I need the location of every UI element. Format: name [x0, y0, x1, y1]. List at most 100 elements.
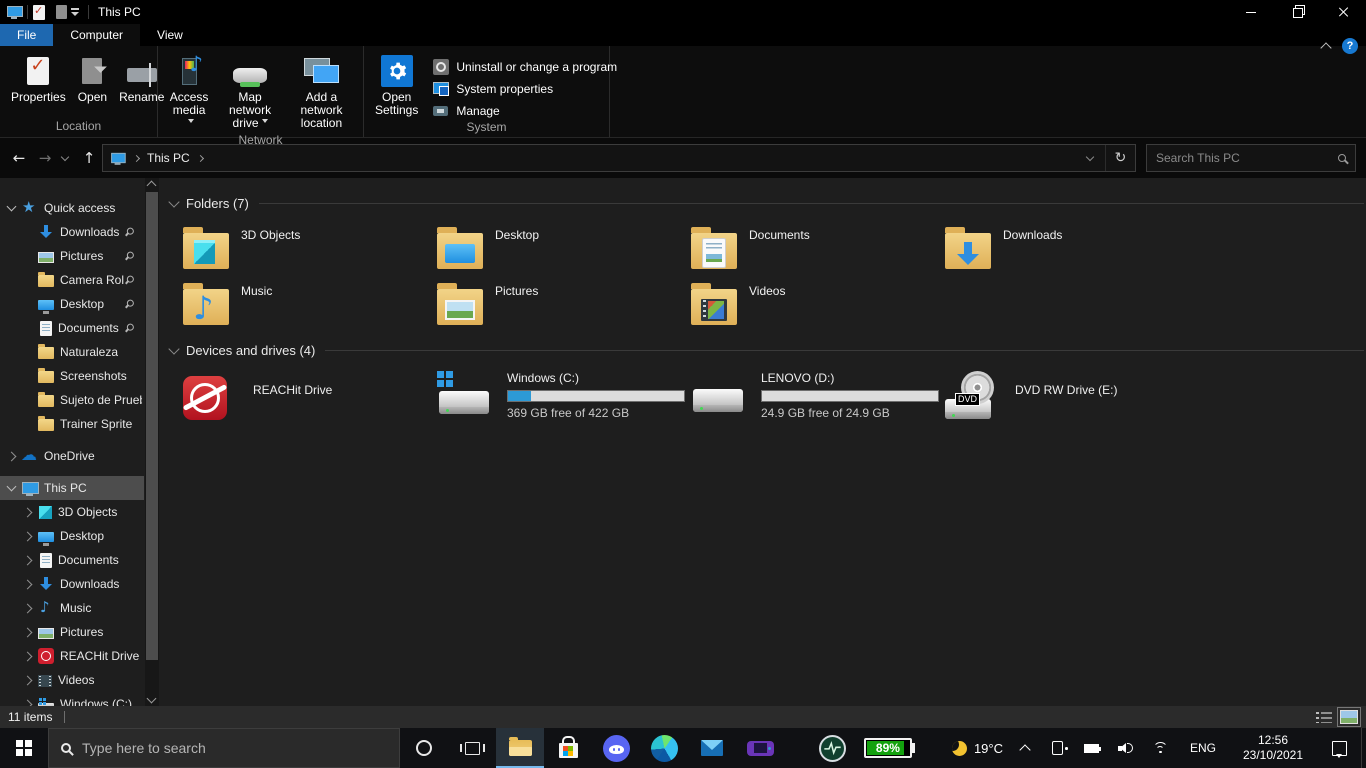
- drive-tile-reachit-drive[interactable]: REACHit Drive: [183, 371, 433, 427]
- sidebar-item-pictures[interactable]: Pictures: [0, 620, 144, 644]
- properties-button[interactable]: Properties: [6, 51, 71, 106]
- back-button[interactable]: ←: [6, 149, 32, 167]
- folder-tile-desktop[interactable]: Desktop: [437, 222, 687, 278]
- collapse-chevron-icon[interactable]: [168, 196, 179, 207]
- chevron-right-icon[interactable]: [23, 531, 33, 541]
- sidebar-scrollbar[interactable]: [145, 178, 159, 706]
- restore-button[interactable]: [1274, 0, 1320, 24]
- emulator-button[interactable]: [736, 728, 784, 768]
- wifi-icon[interactable]: [1153, 742, 1168, 754]
- sidebar-item-onedrive[interactable]: OneDrive: [0, 444, 144, 468]
- minimize-button[interactable]: [1228, 0, 1274, 24]
- sidebar-item-music[interactable]: Music: [0, 596, 144, 620]
- hidden-icons-chevron-icon[interactable]: [1019, 744, 1030, 755]
- sidebar-item-reachit-drive[interactable]: REACHit Drive: [0, 644, 144, 668]
- sidebar-item-videos[interactable]: Videos: [0, 668, 144, 692]
- task-view-button[interactable]: [448, 728, 496, 768]
- volume-icon[interactable]: [1118, 742, 1134, 754]
- sidebar-item-sujeto-de-prueba[interactable]: Sujeto de Prueba: [0, 388, 144, 412]
- action-center-icon[interactable]: [1332, 741, 1347, 756]
- open-settings-button[interactable]: Open Settings: [370, 51, 423, 119]
- cortana-button[interactable]: [400, 728, 448, 768]
- chevron-right-icon[interactable]: [23, 675, 33, 685]
- folder-tile-downloads[interactable]: Downloads: [945, 222, 1195, 278]
- explorer-search-input[interactable]: [1156, 151, 1338, 165]
- explorer-search-box[interactable]: [1146, 144, 1356, 172]
- chevron-right-icon[interactable]: [23, 627, 33, 637]
- qat-new-folder-icon[interactable]: [56, 5, 67, 19]
- details-view-button[interactable]: [1316, 711, 1332, 724]
- sidebar-item-screenshots[interactable]: Screenshots: [0, 364, 144, 388]
- collapse-chevron-icon[interactable]: [168, 343, 179, 354]
- monitor-app-icon[interactable]: [819, 735, 846, 762]
- temperature[interactable]: 19°C: [974, 741, 1003, 756]
- edge-button[interactable]: [640, 728, 688, 768]
- close-button[interactable]: [1320, 0, 1366, 24]
- breadcrumb-chevron-icon[interactable]: [197, 154, 204, 161]
- drive-tile-windows-c[interactable]: Windows (C:)369 GB free of 422 GB: [437, 371, 687, 427]
- recent-locations-chevron-icon[interactable]: [61, 153, 69, 161]
- chevron-right-icon[interactable]: [23, 555, 33, 565]
- scrollbar-thumb[interactable]: [146, 192, 158, 660]
- access-media-button[interactable]: Access media: [164, 51, 214, 132]
- sidebar-item-naturaleza[interactable]: Naturaleza: [0, 340, 144, 364]
- breadcrumb-this-pc[interactable]: This PC: [147, 151, 190, 165]
- chevron-down-icon[interactable]: [7, 482, 17, 492]
- weather-moon-icon[interactable]: [952, 741, 967, 756]
- chevron-down-icon[interactable]: [7, 202, 17, 212]
- mail-button[interactable]: [688, 728, 736, 768]
- tab-computer[interactable]: Computer: [53, 24, 140, 46]
- tray-battery-icon[interactable]: [1084, 744, 1099, 753]
- address-dropdown-button[interactable]: [1075, 145, 1105, 171]
- chevron-right-icon[interactable]: [7, 451, 17, 461]
- tab-file[interactable]: File: [0, 24, 53, 46]
- open-button[interactable]: Open: [73, 51, 112, 106]
- drive-tile-dvd-rw-drive-e[interactable]: DVDDVD RW Drive (E:): [945, 371, 1195, 427]
- chevron-right-icon[interactable]: [23, 699, 33, 706]
- forward-button[interactable]: →: [32, 149, 58, 167]
- chevron-right-icon[interactable]: [23, 651, 33, 661]
- address-bar[interactable]: This PC ↻: [102, 144, 1136, 172]
- refresh-button[interactable]: ↻: [1105, 145, 1135, 171]
- sidebar-item-windows-c[interactable]: Windows (C:): [0, 692, 144, 706]
- file-explorer-button[interactable]: [496, 728, 544, 768]
- sidebar-item-downloads[interactable]: Downloads: [0, 220, 144, 244]
- chevron-right-icon[interactable]: [23, 603, 33, 613]
- sidebar-item-documents[interactable]: Documents: [0, 316, 144, 340]
- battery-widget[interactable]: 89%: [864, 738, 912, 758]
- folder-tile-videos[interactable]: Videos: [691, 278, 941, 334]
- folders-group-header[interactable]: Folders (7): [168, 192, 1366, 214]
- tray-device-icon[interactable]: [1052, 741, 1063, 755]
- microsoft-store-button[interactable]: [544, 728, 592, 768]
- sidebar-item-downloads[interactable]: Downloads: [0, 572, 144, 596]
- sidebar-item-camera-roll[interactable]: Camera Roll: [0, 268, 144, 292]
- language-indicator[interactable]: ENG: [1190, 741, 1216, 755]
- discord-button[interactable]: [592, 728, 640, 768]
- folder-tile-3d-objects[interactable]: 3D Objects: [183, 222, 433, 278]
- manage-button[interactable]: Manage: [425, 102, 625, 119]
- clock[interactable]: 12:56 23/10/2021: [1238, 733, 1308, 763]
- folder-tile-music[interactable]: Music: [183, 278, 433, 334]
- map-network-drive-button[interactable]: Map network drive: [216, 51, 284, 132]
- up-button[interactable]: ↑: [76, 149, 102, 167]
- chevron-right-icon[interactable]: [23, 507, 33, 517]
- qat-customize-dropdown-icon[interactable]: [70, 7, 80, 17]
- icons-view-button[interactable]: [1340, 710, 1358, 724]
- breadcrumb-chevron-icon[interactable]: [133, 154, 140, 161]
- tab-view[interactable]: View: [140, 24, 200, 46]
- sidebar-item-documents[interactable]: Documents: [0, 548, 144, 572]
- devices-group-header[interactable]: Devices and drives (4): [168, 339, 1366, 361]
- folder-tile-pictures[interactable]: Pictures: [437, 278, 687, 334]
- sidebar-item-3d-objects[interactable]: 3D Objects: [0, 500, 144, 524]
- help-button[interactable]: [1342, 38, 1358, 54]
- uninstall-program-button[interactable]: Uninstall or change a program: [425, 58, 625, 75]
- taskbar-search-box[interactable]: [48, 728, 400, 768]
- qat-properties-icon[interactable]: [33, 5, 45, 20]
- scroll-up-icon[interactable]: [147, 181, 157, 191]
- folder-tile-documents[interactable]: Documents: [691, 222, 941, 278]
- drive-tile-lenovo-d[interactable]: LENOVO (D:)24.9 GB free of 24.9 GB: [691, 371, 941, 427]
- show-desktop-button[interactable]: [1361, 728, 1366, 768]
- start-button[interactable]: [0, 728, 48, 768]
- add-network-location-button[interactable]: Add a network location: [286, 51, 357, 132]
- sidebar-item-quick-access[interactable]: Quick access: [0, 196, 144, 220]
